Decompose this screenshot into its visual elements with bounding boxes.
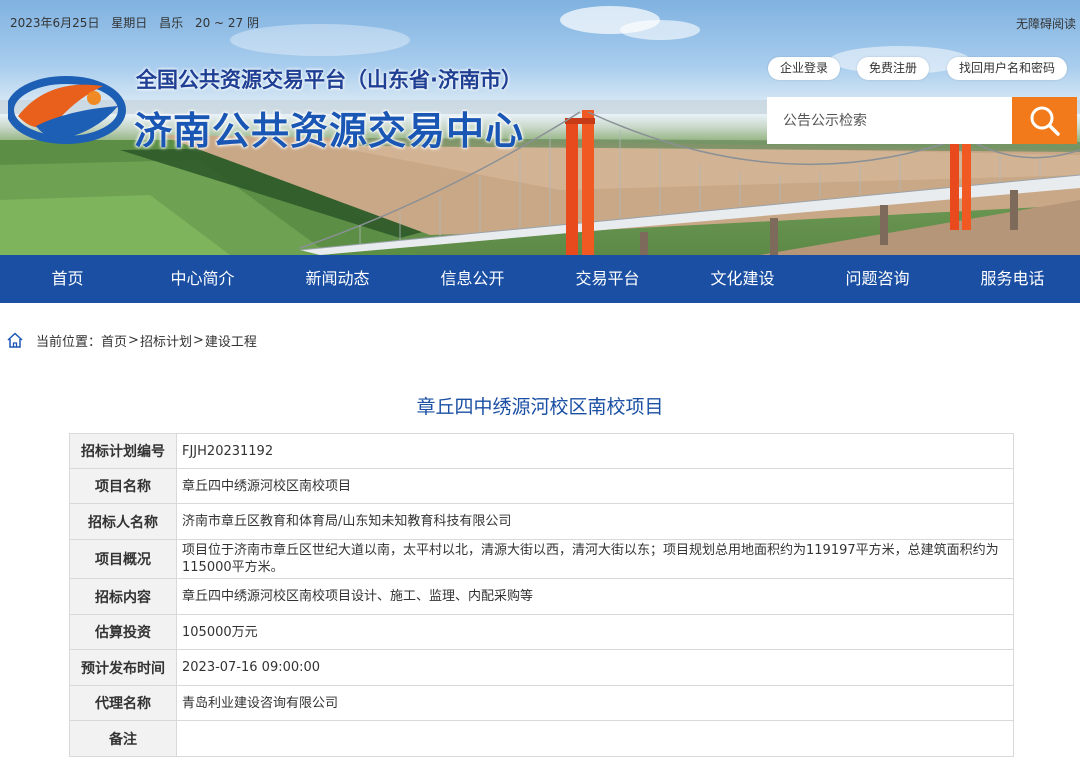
recover-account-link[interactable]: 找回用户名和密码: [947, 57, 1068, 80]
table-row: 预计发布时间 2023-07-16 09:00:00: [69, 649, 1014, 686]
nav-item-about[interactable]: 中心简介: [135, 255, 270, 303]
table-row: 项目概况 项目位于济南市章丘区世纪大道以南，太平村以北，清源大街以西，清河大街以…: [69, 539, 1014, 579]
page-title: 章丘四中绣源河校区南校项目: [416, 396, 664, 418]
nav-item-trading-platform[interactable]: 交易平台: [540, 255, 675, 303]
row-value: 济南市章丘区教育和体育局/山东知未知教育科技有限公司: [176, 503, 1014, 540]
nav-item-culture[interactable]: 文化建设: [675, 255, 810, 303]
breadcrumb-construction[interactable]: 建设工程: [205, 331, 257, 350]
accessibility-link[interactable]: 无障碍阅读: [1016, 15, 1076, 32]
center-logo-icon: [8, 76, 126, 144]
nav-item-hotline[interactable]: 服务电话: [945, 255, 1080, 303]
table-row: 备注: [69, 720, 1014, 757]
breadcrumb-separator: >: [128, 332, 139, 348]
date-weather: 2023年6月25日 星期日 昌乐 20 ~ 27 阴: [10, 14, 267, 31]
search-icon: [1030, 106, 1060, 136]
row-label: 代理名称: [69, 685, 177, 721]
row-label: 招标人名称: [69, 503, 177, 540]
nav-item-consult[interactable]: 问题咨询: [810, 255, 945, 303]
row-label: 项目概况: [69, 539, 177, 579]
table-row: 代理名称 青岛利业建设咨询有限公司: [69, 685, 1014, 721]
nav-item-disclosure[interactable]: 信息公开: [405, 255, 540, 303]
row-value: 章丘四中绣源河校区南校项目设计、施工、监理、内配采购等: [176, 578, 1014, 615]
search-button[interactable]: [1012, 97, 1077, 144]
breadcrumb-prefix: 当前位置：: [36, 334, 102, 350]
search-box: [767, 97, 1077, 144]
row-label: 招标内容: [69, 578, 177, 615]
row-label: 预计发布时间: [69, 649, 177, 686]
breadcrumb-separator: >: [192, 332, 204, 348]
breadcrumb-bid-plan[interactable]: 招标计划: [140, 331, 192, 350]
row-value: 章丘四中绣源河校区南校项目: [176, 468, 1014, 504]
weather-text: 20 ~ 27 阴: [194, 16, 260, 30]
current-weekday: 星期日: [111, 16, 148, 30]
row-value: 2023-07-16 09:00:00: [176, 649, 1014, 686]
row-label: 招标计划编号: [69, 433, 177, 469]
table-row: 项目名称 章丘四中绣源河校区南校项目: [69, 468, 1014, 504]
row-value: 青岛利业建设咨询有限公司: [176, 685, 1014, 721]
row-label: 项目名称: [69, 468, 177, 504]
table-row: 招标人名称 济南市章丘区教育和体育局/山东知未知教育科技有限公司: [69, 503, 1014, 540]
table-row: 估算投资 105000万元: [69, 614, 1014, 650]
row-value: 项目位于济南市章丘区世纪大道以南，太平村以北，清源大街以西，清河大街以东；项目规…: [176, 539, 1014, 579]
breadcrumb: 当前位置： 首页 > 招标计划 > 建设工程: [6, 330, 257, 350]
header-banner: 2023年6月25日 星期日 昌乐 20 ~ 27 阴 无障碍阅读 全国公共资源…: [0, 0, 1080, 255]
platform-subtitle: 全国公共资源交易平台（山东省·济南市）: [136, 68, 522, 92]
weather-city: 昌乐: [159, 16, 184, 30]
current-date: 2023年6月25日: [10, 16, 100, 30]
free-register-link[interactable]: 免费注册: [857, 57, 930, 80]
row-value: 105000万元: [176, 614, 1014, 650]
row-value: [176, 720, 1014, 757]
enterprise-login-link[interactable]: 企业登录: [768, 57, 841, 80]
site-title: 济南公共资源交易中心: [134, 109, 525, 153]
row-label: 估算投资: [69, 614, 177, 650]
row-label: 备注: [69, 720, 177, 757]
table-row: 招标内容 章丘四中绣源河校区南校项目设计、施工、监理、内配采购等: [69, 578, 1014, 615]
main-nav: 首页 中心简介 新闻动态 信息公开 交易平台 文化建设 问题咨询 服务电话: [0, 255, 1080, 303]
home-icon: [7, 332, 23, 348]
breadcrumb-home[interactable]: 首页: [101, 331, 127, 350]
nav-item-home[interactable]: 首页: [0, 255, 135, 303]
nav-item-news[interactable]: 新闻动态: [270, 255, 405, 303]
project-info-table: 招标计划编号 FJJH20231192 项目名称 章丘四中绣源河校区南校项目 招…: [69, 433, 1014, 757]
table-row: 招标计划编号 FJJH20231192: [69, 433, 1014, 469]
row-value: FJJH20231192: [176, 433, 1014, 469]
search-input[interactable]: [767, 97, 1012, 144]
